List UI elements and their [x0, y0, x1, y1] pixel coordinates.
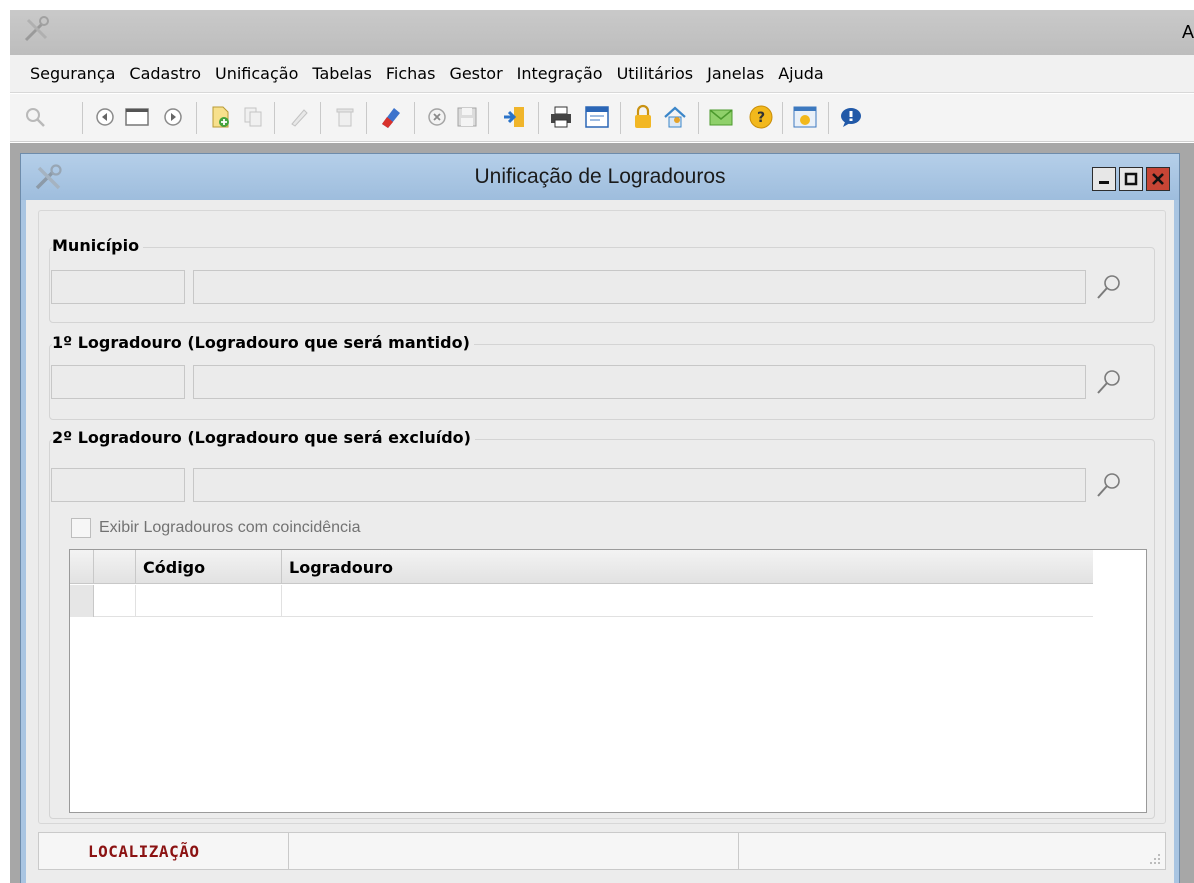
logradouro1-lookup-icon[interactable]: [1094, 367, 1124, 397]
form-panel: Município 1º Logradouro (Logradouro que …: [38, 210, 1166, 824]
copy-icon[interactable]: [238, 102, 268, 132]
logradouro2-code-field[interactable]: [51, 468, 185, 502]
maximize-icon[interactable]: [1119, 167, 1143, 191]
home-icon[interactable]: [660, 102, 690, 132]
window-title: Unificação de Logradouros: [474, 165, 726, 188]
app-title: A: [1181, 22, 1194, 42]
menu-gestor[interactable]: Gestor: [449, 64, 502, 83]
municipio-lookup-icon[interactable]: [1094, 272, 1124, 302]
row-logradouro-cell[interactable]: [282, 585, 1093, 617]
status-cell-3: [739, 833, 1165, 869]
municipio-code-field[interactable]: [51, 270, 185, 304]
logradouro2-name-field[interactable]: [193, 468, 1086, 502]
grid-header-codigo[interactable]: Código: [136, 550, 282, 584]
logradouro1-code-field[interactable]: [51, 365, 185, 399]
logradouro2-lookup-icon[interactable]: [1094, 470, 1124, 500]
toolbar-separator: [488, 102, 489, 134]
close-icon[interactable]: [1146, 167, 1170, 191]
search-icon[interactable]: [20, 102, 50, 132]
municipio-group: Município: [49, 236, 1155, 323]
report-icon[interactable]: [582, 102, 612, 132]
tools-icon: [24, 16, 49, 42]
menu-integracao[interactable]: Integração: [517, 64, 603, 83]
mail-icon[interactable]: [706, 102, 736, 132]
app-titlebar: A: [10, 10, 1194, 55]
menu-ajuda[interactable]: Ajuda: [778, 64, 824, 83]
menu-janelas[interactable]: Janelas: [707, 64, 764, 83]
menubar: Segurança Cadastro Unificação Tabelas Fi…: [10, 55, 1194, 93]
prev-record-icon[interactable]: [90, 102, 120, 132]
svg-text:?: ?: [757, 110, 765, 126]
row-codigo-cell[interactable]: [136, 585, 282, 617]
logradouro1-name-field[interactable]: [193, 365, 1086, 399]
message-icon[interactable]: [836, 102, 866, 132]
toolbar-separator: [620, 102, 621, 134]
eraser-icon[interactable]: [376, 102, 406, 132]
toolbar-separator: [196, 102, 197, 134]
toolbar: ?: [10, 94, 1194, 142]
toolbar-separator: [414, 102, 415, 134]
toolbar-separator: [782, 102, 783, 134]
logradouro1-group: 1º Logradouro (Logradouro que será manti…: [49, 333, 1155, 420]
menu-unificacao[interactable]: Unificação: [215, 64, 298, 83]
minimize-icon[interactable]: [1092, 167, 1116, 191]
import-icon[interactable]: [500, 102, 530, 132]
statusbar: LOCALIZAÇÃO: [38, 832, 1166, 870]
menu-utilitarios[interactable]: Utilitários: [617, 64, 694, 83]
menu-cadastro[interactable]: Cadastro: [129, 64, 201, 83]
menu-tabelas[interactable]: Tabelas: [312, 64, 372, 83]
toolbar-separator: [538, 102, 539, 134]
municipio-title: Município: [52, 236, 144, 255]
toolbar-separator: [698, 102, 699, 134]
logradouro2-title: 2º Logradouro (Logradouro que será exclu…: [52, 428, 475, 447]
next-record-icon[interactable]: [158, 102, 188, 132]
grid-header-logradouro[interactable]: Logradouro: [282, 550, 1093, 584]
status-location-label: LOCALIZAÇÃO: [88, 841, 200, 861]
about-icon[interactable]: [790, 102, 820, 132]
new-record-icon[interactable]: [206, 102, 236, 132]
lock-icon[interactable]: [628, 102, 658, 132]
municipio-name-field[interactable]: [193, 270, 1086, 304]
grid-header-indicator: [70, 550, 94, 584]
grid-header: Código Logradouro: [70, 550, 1093, 584]
window-titlebar[interactable]: Unificação de Logradouros: [21, 154, 1179, 200]
show-matches-label: Exibir Logradouros com coincidência: [99, 519, 361, 536]
table-row[interactable]: [70, 585, 1093, 617]
toolbar-separator: [274, 102, 275, 134]
logradouro1-title: 1º Logradouro (Logradouro que será manti…: [52, 333, 474, 352]
resize-grip-icon[interactable]: [1149, 853, 1161, 865]
toolbar-separator: [828, 102, 829, 134]
menu-fichas[interactable]: Fichas: [386, 64, 436, 83]
help-icon[interactable]: ?: [746, 102, 776, 132]
status-cell-2: [289, 833, 739, 869]
print-icon[interactable]: [546, 102, 576, 132]
toolbar-separator: [366, 102, 367, 134]
save-icon[interactable]: [452, 102, 482, 132]
application-frame: A Segurança Cadastro Unificação Tabelas …: [10, 10, 1194, 883]
record-frame-icon: [122, 102, 152, 132]
logradouros-grid[interactable]: Código Logradouro: [69, 549, 1147, 813]
row-indicator[interactable]: [70, 585, 94, 617]
delete-icon[interactable]: [330, 102, 360, 132]
show-matches-checkbox[interactable]: [71, 518, 91, 538]
status-cell-location: LOCALIZAÇÃO: [39, 833, 289, 869]
grid-header-spacer: [94, 550, 136, 584]
mdi-workspace: Unificação de Logradouros Município 1º L…: [10, 143, 1194, 883]
edit-icon[interactable]: [284, 102, 314, 132]
cancel-icon[interactable]: [422, 102, 452, 132]
toolbar-separator: [82, 102, 83, 134]
toolbar-separator: [320, 102, 321, 134]
row-spacer-cell: [94, 585, 136, 617]
show-matches-row[interactable]: Exibir Logradouros com coincidência: [71, 518, 360, 538]
window-body: Município 1º Logradouro (Logradouro que …: [26, 200, 1174, 883]
unificacao-window: Unificação de Logradouros Município 1º L…: [20, 153, 1180, 883]
menu-seguranca[interactable]: Segurança: [30, 64, 115, 83]
